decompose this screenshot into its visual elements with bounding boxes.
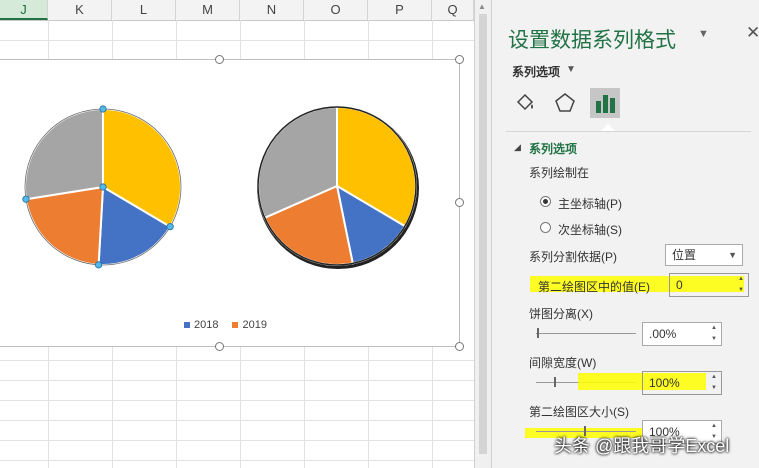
secondary-axis-label[interactable]: 次坐标轴(S)	[558, 221, 622, 238]
plot-series-on-label: 系列绘制在	[529, 166, 590, 180]
second-plot-size-label: 第二绘图区大小(S)	[529, 405, 629, 419]
primary-axis-radio[interactable]	[540, 196, 551, 207]
pie-slice[interactable]	[24, 185, 105, 266]
column-header-k[interactable]: K	[48, 0, 112, 20]
pie-slice[interactable]	[24, 107, 104, 201]
spinner-arrows-icon[interactable]: ▲ ▼	[707, 323, 721, 345]
chevron-down-icon[interactable]: ▼	[566, 64, 576, 75]
grid-line	[0, 40, 474, 41]
legend-label-2019: 2019	[242, 319, 267, 331]
legend-item-2019[interactable]: 2019	[232, 319, 267, 331]
paint-bucket-icon	[516, 93, 534, 111]
gap-width-slider-knob[interactable]	[554, 377, 556, 387]
legend-swatch-2019	[232, 322, 239, 328]
gap-width-value: 100%	[649, 376, 680, 390]
effects-tab[interactable]	[550, 88, 580, 118]
pie-explosion-label: 饼图分离(X)	[529, 307, 593, 321]
split-series-by-value: 位置	[672, 248, 697, 262]
legend-item-2018[interactable]: 2018	[184, 319, 218, 331]
values-in-second-plot-value: 0	[676, 278, 683, 292]
scrollbar-thumb[interactable]	[479, 14, 487, 454]
divider	[506, 131, 751, 132]
series-options-tab[interactable]	[590, 88, 620, 118]
grid-line	[0, 360, 474, 361]
values-in-second-plot-spinner[interactable]: 0 ▲ ▼	[669, 273, 749, 297]
watermark-text: 头条 @跟我哥学Excel	[554, 436, 730, 456]
bar-chart-icon	[596, 95, 615, 113]
pie-explosion-slider[interactable]	[536, 333, 636, 334]
chart-legend[interactable]: 2018 2019	[184, 319, 267, 331]
column-header-o[interactable]: O	[304, 0, 368, 20]
fill-line-tab[interactable]	[510, 88, 540, 118]
split-series-by-label: 系列分割依据(P)	[529, 250, 617, 264]
chart-resize-handle[interactable]	[455, 342, 464, 351]
column-header-p[interactable]: P	[368, 0, 432, 20]
close-icon[interactable]: ✕	[746, 23, 759, 43]
legend-label-2018: 2018	[194, 319, 219, 331]
gap-width-spinner[interactable]: 100% ▲ ▼	[642, 371, 722, 395]
vertical-scrollbar[interactable]: ▲	[474, 0, 492, 468]
column-header-n[interactable]: N	[240, 0, 304, 20]
section-title[interactable]: 系列选项	[529, 140, 577, 157]
pie-explosion-value: .00%	[649, 327, 677, 341]
secondary-axis-radio[interactable]	[540, 222, 551, 233]
pentagon-icon	[555, 93, 575, 112]
chart-resize-handle[interactable]	[455, 55, 464, 64]
spinner-arrows-icon[interactable]: ▲ ▼	[707, 372, 721, 394]
chevron-down-icon: ▼	[728, 250, 737, 260]
selection-handle[interactable]	[94, 261, 103, 269]
pie-explosion-spinner[interactable]: .00% ▲ ▼	[642, 322, 722, 346]
selection-handle[interactable]	[99, 183, 107, 191]
pane-title: 设置数据系列格式	[508, 29, 676, 52]
chart-resize-handle[interactable]	[215, 342, 224, 351]
pie-explosion-slider-knob[interactable]	[537, 328, 539, 338]
column-header-l[interactable]: L	[112, 0, 176, 20]
format-data-series-pane: 设置数据系列格式 ▼ ✕ 系列选项 ▼ ◢ 系列选项 系列绘制在 主坐标轴(P)…	[492, 0, 759, 468]
chart-area[interactable]	[0, 59, 460, 347]
pane-options-dropdown-icon[interactable]: ▼	[698, 28, 709, 40]
column-header-row: J K L M N O P Q	[0, 0, 474, 21]
column-header-q[interactable]: Q	[432, 0, 474, 20]
gap-width-label: 间隙宽度(W)	[529, 356, 597, 370]
pie-of-pie-chart[interactable]	[0, 60, 461, 348]
grid-line	[0, 400, 474, 401]
collapse-icon[interactable]: ◢	[514, 142, 521, 153]
selection-handle[interactable]	[166, 223, 174, 231]
grid-line	[0, 460, 474, 461]
legend-swatch-2018	[184, 322, 190, 328]
chart-resize-handle[interactable]	[215, 55, 224, 64]
series-options-menu[interactable]: 系列选项	[512, 63, 560, 80]
split-series-by-select[interactable]: 位置 ▼	[665, 244, 743, 266]
column-header-j[interactable]: J	[0, 0, 48, 20]
selection-handle[interactable]	[22, 195, 30, 203]
grid-line	[0, 420, 474, 421]
selection-handle[interactable]	[99, 105, 107, 113]
chart-resize-handle[interactable]	[455, 198, 464, 207]
grid-line	[0, 380, 474, 381]
grid-line	[0, 440, 474, 441]
spinner-arrows-icon[interactable]: ▲ ▼	[734, 274, 748, 296]
scroll-up-icon[interactable]: ▲	[478, 2, 486, 11]
values-in-second-plot-label: 第二绘图区中的值(E)	[538, 280, 650, 294]
primary-axis-label[interactable]: 主坐标轴(P)	[558, 195, 622, 212]
column-header-m[interactable]: M	[176, 0, 240, 20]
spreadsheet-area[interactable]: J K L M N O P Q 2018 2019	[0, 0, 474, 468]
